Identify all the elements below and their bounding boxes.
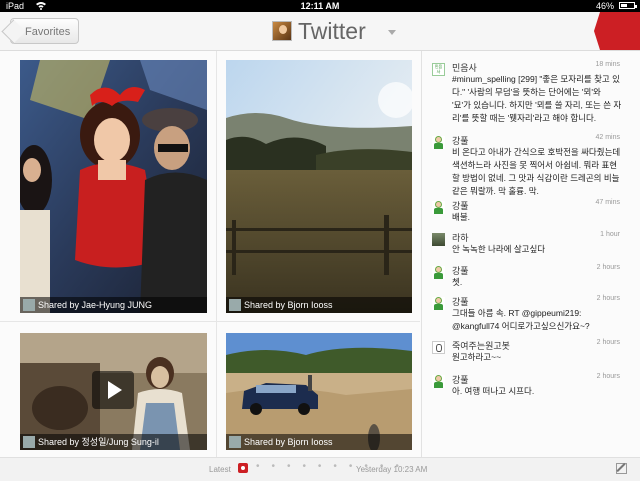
tweet-text: 배불. (452, 212, 471, 222)
user-avatar (432, 375, 445, 388)
divider (216, 51, 217, 457)
tweet-text: 쳇. (452, 277, 463, 287)
photo-credit-text: Shared by 정성일/Jung Sung-il (38, 437, 159, 447)
favorites-back-button[interactable]: Favorites (10, 18, 80, 44)
user-avatar (432, 136, 445, 149)
tweet-item[interactable]: 강풀 2 hours 쳇. (430, 264, 630, 292)
tweet-item[interactable]: 강풀 42 mins 비 온다고 아내가 간식으로 호박전을 싸다줬는데 색션하… (430, 134, 630, 198)
twitter-profile-avatar (272, 21, 292, 41)
divider (421, 51, 422, 457)
user-avatar (432, 297, 445, 310)
battery-icon (619, 2, 637, 9)
user-avatar (432, 233, 445, 246)
tweet-text: 원고하라고~~ (452, 352, 502, 362)
sharer-avatar (23, 436, 35, 448)
tweet-time: 2 hours (596, 339, 620, 346)
divider (0, 321, 420, 322)
user-avatar (432, 201, 445, 214)
photo-credit: Shared by 정성일/Jung Sung-il (20, 434, 207, 450)
clock: 12:11 AM (300, 1, 340, 11)
main-content: Shared by Jae-Hyung JUNG Shared by Bjorn… (0, 51, 640, 457)
latest-label[interactable]: Latest (209, 465, 231, 474)
sharer-avatar (229, 299, 241, 311)
battery-percent: 46% (595, 1, 614, 11)
tweet-text: 안 녹녹한 나라에 살고싶다 (452, 244, 546, 254)
page-date-label: Yesterday 10:23 AM (356, 465, 428, 474)
photo-credit-text: Shared by Bjorn Iooss (244, 300, 333, 310)
tweet-item[interactable]: 강풀 2 hours 그대들 아름 속. RT @gippeumi219: @k… (430, 295, 630, 335)
page-title: Twitter (298, 18, 366, 44)
status-bar: iPad 12:11 AM 46% (0, 0, 640, 12)
tweet-text: 아. 여행 떠나고 시프다. (452, 386, 535, 396)
photo-image (226, 333, 412, 450)
sharer-avatar (229, 436, 241, 448)
tweet-time: 42 mins (595, 134, 620, 141)
video-tile[interactable]: Shared by 정성일/Jung Sung-il (20, 333, 207, 450)
user-avatar (432, 341, 445, 354)
user-avatar: 민음사 (432, 63, 445, 76)
tweet-item[interactable]: 라하 1 hour 안 녹녹한 나라에 살고싶다 (430, 231, 630, 259)
tweet-time: 1 hour (600, 231, 620, 238)
tweet-time: 18 mins (595, 61, 620, 68)
current-page-indicator[interactable] (238, 463, 248, 473)
photo-tile[interactable]: Shared by Jae-Hyung JUNG (20, 60, 207, 313)
tweet-item[interactable]: 죽여주는원고봇 2 hours 원고하라고~~ (430, 339, 630, 367)
photo-credit: Shared by Jae-Hyung JUNG (20, 297, 207, 313)
bottom-bar: Latest • • • • • • • • • • Yesterday 10:… (0, 457, 640, 481)
tweet-time: 2 hours (596, 264, 620, 271)
photo-image (226, 60, 412, 313)
photo-credit-text: Shared by Jae-Hyung JUNG (38, 300, 153, 310)
photo-tile[interactable]: Shared by Bjorn Iooss (226, 333, 412, 450)
photo-tile[interactable]: Shared by Bjorn Iooss (226, 60, 412, 313)
avatar-logo-text: 민음사 (434, 64, 443, 74)
favorites-back-label: Favorites (25, 26, 71, 38)
top-bar: Favorites Twitter (0, 12, 640, 51)
photo-credit-text: Shared by Bjorn Iooss (244, 437, 333, 447)
tweet-time: 47 mins (595, 199, 620, 206)
tweet-text: 그대들 아름 속. RT @gippeumi219: @kangfull74 어… (452, 308, 590, 331)
tweet-text: #minum_spelling [299] "좋은 모자리를 찾고 있다." '… (452, 74, 622, 123)
tweet-feed: 민음사 민음사 18 mins #minum_spelling [299] "좋… (430, 51, 630, 457)
chevron-down-icon (388, 30, 396, 35)
photo-image (20, 60, 207, 313)
tweet-item[interactable]: 강풀 47 mins 배불. (430, 199, 630, 227)
sharer-avatar (23, 299, 35, 311)
tweet-time: 2 hours (596, 373, 620, 380)
tweet-item[interactable]: 강풀 2 hours 아. 여행 떠나고 시프다. (430, 373, 630, 401)
photo-credit: Shared by Bjorn Iooss (226, 297, 412, 313)
user-avatar (432, 266, 445, 279)
bookmark-ribbon-icon[interactable] (594, 12, 640, 50)
tweet-item[interactable]: 민음사 민음사 18 mins #minum_spelling [299] "좋… (430, 61, 630, 129)
compose-icon[interactable] (616, 463, 627, 474)
tweet-time: 2 hours (596, 295, 620, 302)
tweet-text: 비 온다고 아내가 간식으로 호박전을 싸다줬는데 색션하느라 사진을 못 찍어… (452, 147, 621, 196)
photo-credit: Shared by Bjorn Iooss (226, 434, 412, 450)
play-icon[interactable] (92, 371, 134, 409)
battery-fill (621, 4, 627, 7)
